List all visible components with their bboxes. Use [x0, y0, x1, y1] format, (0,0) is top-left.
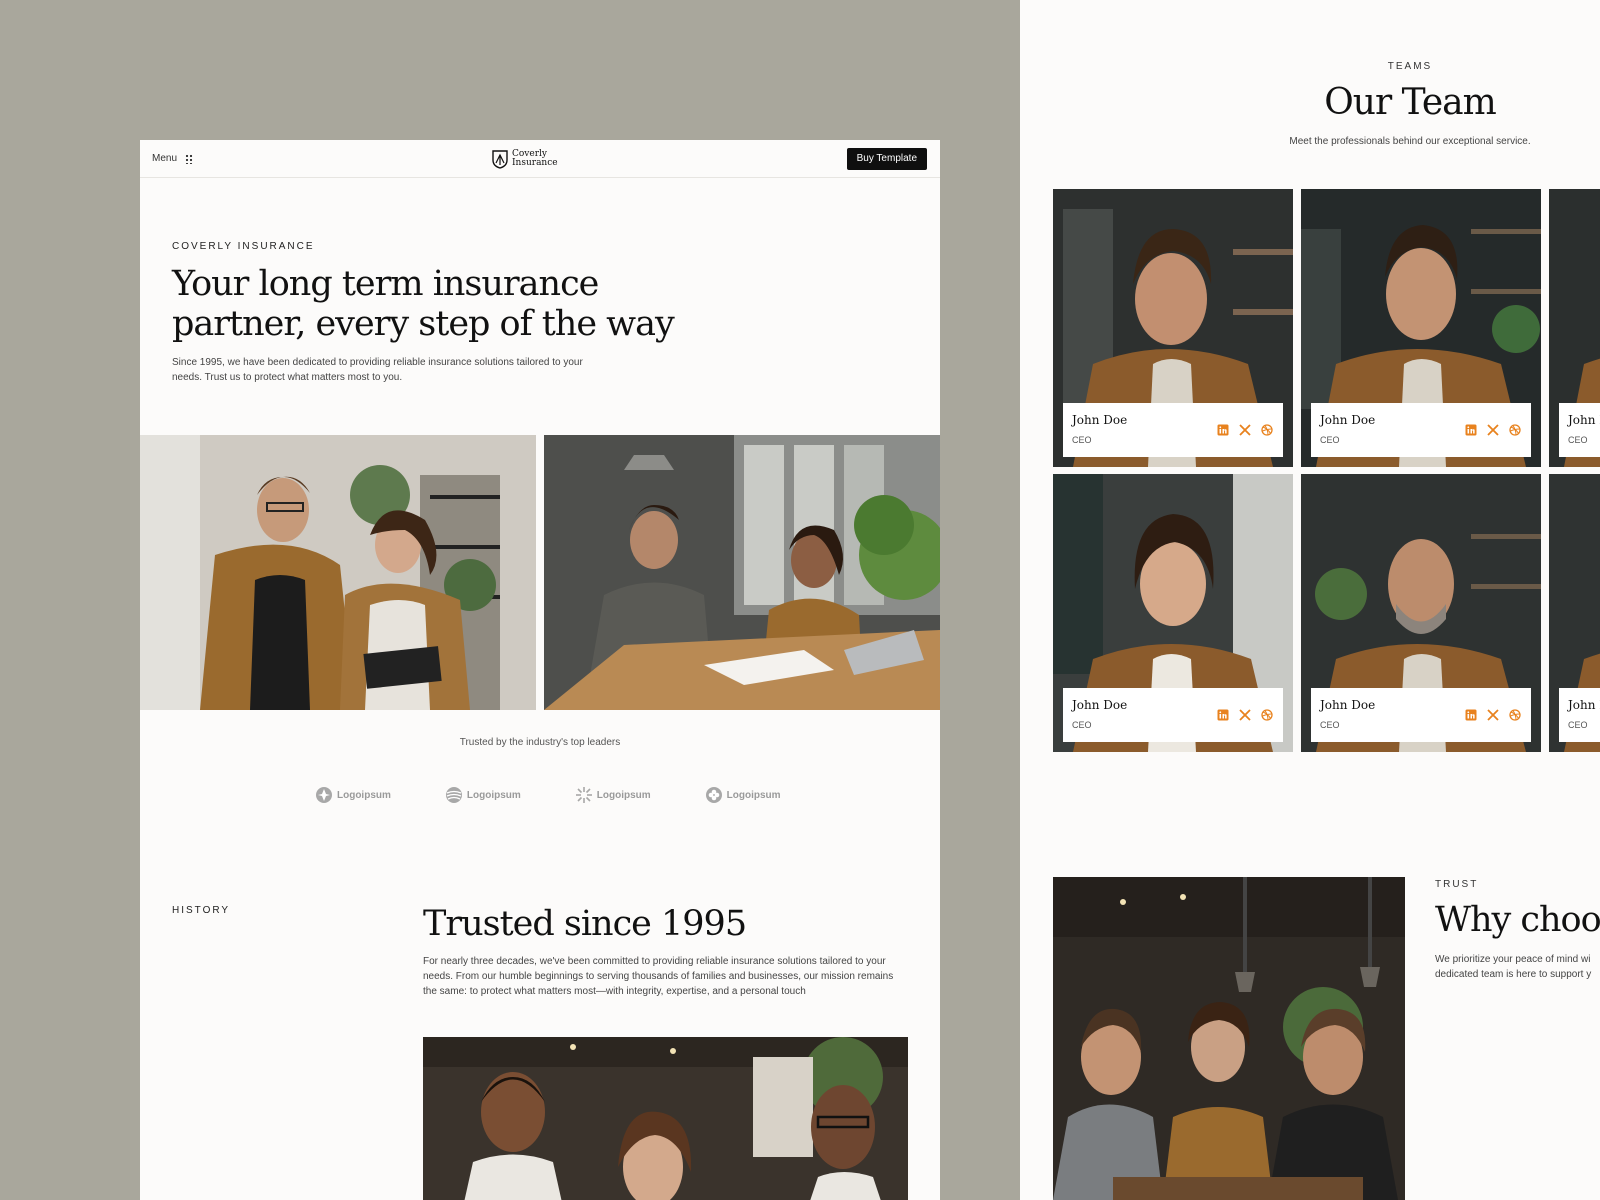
grid-dots-icon — [185, 153, 194, 164]
dribbble-icon[interactable] — [1261, 708, 1273, 721]
member-name: John Doe — [1072, 698, 1128, 712]
member-role: CEO — [1568, 435, 1588, 445]
social-links — [1465, 423, 1521, 436]
menu-label: Menu — [152, 153, 178, 164]
partner-logo: Logoipsum — [705, 786, 781, 804]
team-member-card[interactable]: John Doe CEO — [1549, 189, 1600, 467]
site-header: Menu Coverly Insurance Buy Template — [140, 140, 940, 178]
teams-description: Meet the professionals behind our except… — [1289, 136, 1531, 147]
history-photo-team — [423, 1037, 908, 1200]
name-tag: John Doe CEO — [1311, 688, 1531, 742]
name-tag: John Doe CEO — [1559, 688, 1600, 742]
hero-kicker: COVERLY INSURANCE — [172, 241, 315, 252]
history-description: For nearly three decades, we've been com… — [423, 956, 894, 997]
social-links — [1217, 708, 1273, 721]
star-logo-icon — [316, 787, 332, 803]
teams-kicker: TEAMS — [1387, 61, 1433, 72]
linkedin-icon[interactable] — [1465, 708, 1477, 721]
team-member-card[interactable]: John Doe CEO — [1053, 474, 1293, 752]
name-tag: John Doe CEO — [1063, 403, 1283, 457]
trusted-by-text: Trusted by the industry's top leaders — [459, 737, 621, 748]
buy-template-button[interactable]: Buy Template — [846, 148, 927, 170]
member-name: John Doe — [1568, 413, 1600, 427]
name-tag: John Doe CEO — [1311, 403, 1531, 457]
dribbble-icon[interactable] — [1509, 423, 1521, 436]
history-kicker: HISTORY — [172, 905, 231, 916]
partner-logos: Logoipsum Logoipsum Logoipsum Logoipsum — [315, 786, 781, 804]
brand-name: Coverly Insurance — [512, 149, 558, 168]
brand-logo[interactable]: Coverly Insurance — [492, 149, 562, 169]
x-icon[interactable] — [1239, 423, 1251, 436]
dribbble-icon[interactable] — [1509, 708, 1521, 721]
team-member-card[interactable]: John Doe CEO — [1301, 189, 1541, 467]
x-icon[interactable] — [1487, 423, 1499, 436]
member-role: CEO — [1072, 720, 1092, 730]
linkedin-icon[interactable] — [1217, 708, 1229, 721]
team-preview-panel: TEAMS Our Team Meet the professionals be… — [1020, 0, 1600, 1200]
partner-logo-label: Logoipsum — [726, 789, 781, 801]
hero-description: Since 1995, we have been dedicated to pr… — [172, 357, 583, 383]
team-member-card[interactable]: John Doe CEO — [1053, 189, 1293, 467]
partner-logo-label: Logoipsum — [596, 789, 651, 801]
shield-logo-icon — [492, 150, 508, 169]
member-name: John Doe — [1568, 698, 1600, 712]
hero-title: Your long term insurance partner, every … — [172, 264, 675, 344]
linkedin-icon[interactable] — [1465, 423, 1477, 436]
trust-kicker: TRUST — [1435, 879, 1479, 890]
team-member-card[interactable]: John Doe CEO — [1549, 474, 1600, 752]
x-icon[interactable] — [1487, 708, 1499, 721]
member-name: John Doe — [1072, 413, 1128, 427]
partner-logo: Logoipsum — [315, 786, 391, 804]
team-member-card[interactable]: John Doe CEO — [1301, 474, 1541, 752]
social-links — [1465, 708, 1521, 721]
member-name: John Doe — [1320, 413, 1376, 427]
member-name: John Doe — [1320, 698, 1376, 712]
trust-title: Why choose — [1435, 900, 1600, 940]
member-role: CEO — [1568, 720, 1588, 730]
member-role: CEO — [1320, 720, 1340, 730]
partner-logo: Logoipsum — [445, 786, 521, 804]
partner-logo: Logoipsum — [575, 786, 651, 804]
history-title: Trusted since 1995 — [423, 904, 747, 944]
menu-button[interactable]: Menu — [152, 153, 194, 164]
name-tag: John Doe CEO — [1559, 403, 1600, 457]
linkedin-icon[interactable] — [1217, 423, 1229, 436]
trust-photo-team — [1053, 877, 1405, 1200]
partner-logo-label: Logoipsum — [466, 789, 521, 801]
waves-logo-icon — [445, 787, 462, 803]
teams-title: Our Team — [1324, 82, 1496, 123]
dribbble-icon[interactable] — [1261, 423, 1273, 436]
flower-logo-icon — [705, 787, 722, 803]
hero-photo-couple — [140, 435, 536, 710]
name-tag: John Doe CEO — [1063, 688, 1283, 742]
website-preview-card: Menu Coverly Insurance Buy Template COVE… — [140, 140, 940, 1200]
member-role: CEO — [1072, 435, 1092, 445]
member-role: CEO — [1320, 435, 1340, 445]
trust-description: We prioritize your peace of mind wi dedi… — [1435, 954, 1592, 980]
sunburst-logo-icon — [575, 787, 592, 803]
x-icon[interactable] — [1239, 708, 1251, 721]
hero-photo-meeting — [544, 435, 940, 710]
social-links — [1217, 423, 1273, 436]
partner-logo-label: Logoipsum — [337, 789, 391, 801]
